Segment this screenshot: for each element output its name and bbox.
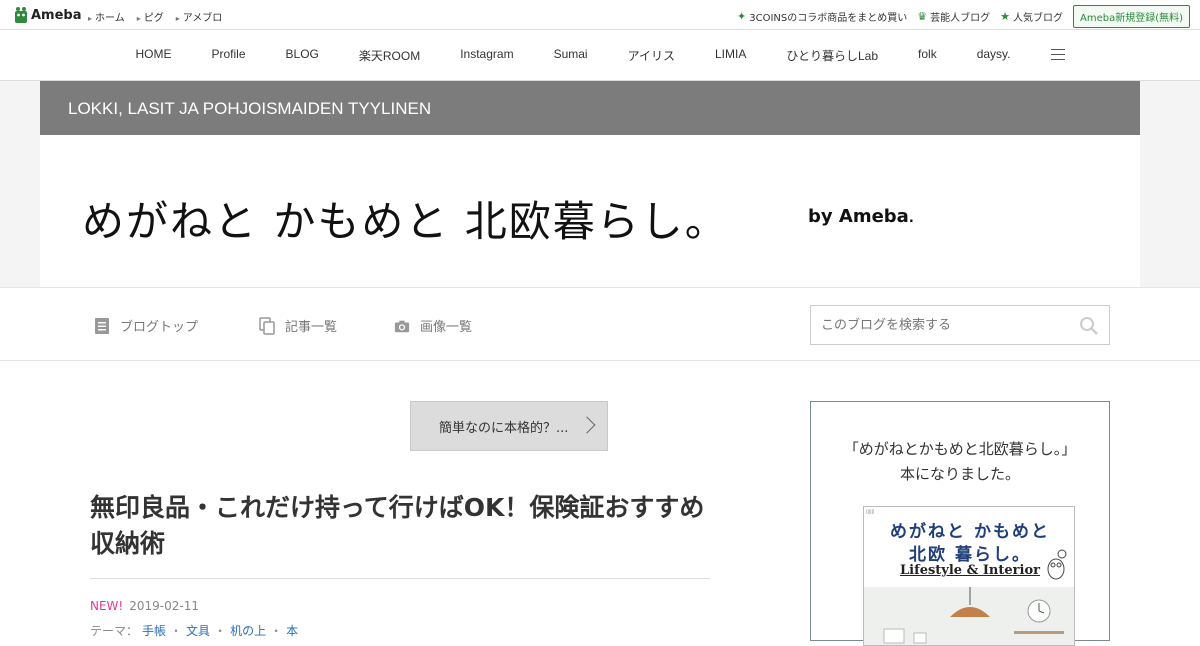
nav-item-sumai[interactable]: Sumai <box>554 47 588 64</box>
topbar-link-3coins-label: 3COINSのコラボ商品をまとめ買い <box>749 13 908 24</box>
register-button[interactable]: Ameba新規登録(無料) <box>1072 5 1190 28</box>
blog-subtitle: LOKKI, LASIT JA POHJOISMAIDEN TYYLINEN <box>68 99 432 118</box>
ameba-logo[interactable]: Ameba <box>14 6 82 24</box>
subnav-article-list[interactable]: 記事一覧 <box>259 316 337 335</box>
promo-link-label: 簡単なのに本格的？... <box>439 420 569 436</box>
ameba-topbar: Ameba ホーム ピグ アメブロ ✦ 3COINSのコラボ商品をまとめ買い ♛… <box>0 0 1200 30</box>
blog-search-input[interactable] <box>811 306 1061 344</box>
theme-link-bungu[interactable]: 文具 <box>186 622 210 639</box>
article-title[interactable]: 無印良品・これだけ持って行けばOK！保険証おすすめ収納術 <box>90 490 710 562</box>
document-icon <box>95 317 109 334</box>
new-badge: NEW! <box>90 599 124 613</box>
sidebar-book-box: 「めがねとかもめと北欧暮らし。」 本になりました。 ▯▯▯ めがねと かもめと … <box>810 401 1110 646</box>
topbar-link-popular-label: 人気ブログ <box>1012 13 1063 24</box>
crown-icon: ♛ <box>917 10 928 23</box>
blog-subnav: ブログトップ 記事一覧 画像一覧 <box>0 287 1200 361</box>
nav-item-iris[interactable]: アイリス <box>628 47 675 64</box>
book-publisher-tag: ▯▯▯ <box>866 509 875 515</box>
hamburger-menu-icon[interactable] <box>1050 47 1065 64</box>
book-cover-image[interactable]: ▯▯▯ めがねと かもめと 北欧 暮らし。 Lifestyle & Interi… <box>863 506 1075 646</box>
book-cover-photo <box>864 587 1074 645</box>
main-nav: HOME Profile BLOG 楽天ROOM Instagram Sumai… <box>0 30 1200 81</box>
article-meta: NEW! 2019-02-11 <box>90 599 199 613</box>
theme-label: テーマ： <box>90 624 139 638</box>
topbar-link-3coins[interactable]: ✦ 3COINSのコラボ商品をまとめ買い <box>737 9 907 24</box>
pendant-lamp-illustration <box>883 587 1064 644</box>
topbar-link-celebrity-blog[interactable]: ♛ 芸能人ブログ <box>917 9 990 24</box>
sparkle-icon: ✦ <box>737 10 747 23</box>
nav-item-hitorigurashi-lab[interactable]: ひとり暮らしLab <box>786 47 878 64</box>
star-icon: ★ <box>1000 10 1010 23</box>
ameba-logo-text: Ameba <box>31 7 82 23</box>
blog-title[interactable]: めがねと かもめと 北欧暮らし。 <box>82 188 729 249</box>
sidebar-book-line1: 「めがねとかもめと北欧暮らし。」 <box>843 440 1077 458</box>
nav-item-instagram[interactable]: Instagram <box>460 47 513 64</box>
nav-item-folk[interactable]: folk <box>918 47 937 64</box>
theme-link-tsukue[interactable]: 机の上 <box>230 622 266 639</box>
nav-item-limia[interactable]: LIMIA <box>715 47 746 64</box>
subnav-blog-top[interactable]: ブログトップ <box>94 316 198 335</box>
nav-item-profile[interactable]: Profile <box>212 47 246 64</box>
subnav-article-list-label: 記事一覧 <box>285 320 338 335</box>
by-ameba-logo: by Ameba. <box>808 206 914 227</box>
nav-item-blog[interactable]: BLOG <box>286 47 319 64</box>
theme-link-hon[interactable]: 本 <box>286 622 298 639</box>
copy-icon <box>259 316 275 335</box>
header-strip: LOKKI, LASIT JA POHJOISMAIDEN TYYLINEN <box>40 81 1140 135</box>
article-themes: テーマ： 手帳・ 文具・ 机の上・ 本 <box>90 622 299 639</box>
nav-item-home[interactable]: HOME <box>136 47 172 64</box>
blog-search-box <box>810 305 1110 345</box>
by-ameba-text: by Ameba <box>808 206 909 227</box>
by-ameba-mark: . <box>908 211 914 226</box>
owl-illustration-icon <box>1047 549 1067 580</box>
subnav-blog-top-label: ブログトップ <box>120 320 199 335</box>
chevron-right-icon <box>578 416 596 434</box>
topbar-link-ameblo[interactable]: アメブロ <box>176 9 223 24</box>
topbar-link-popular-blog[interactable]: ★ 人気ブログ <box>1000 9 1063 24</box>
subnav-image-list[interactable]: 画像一覧 <box>394 316 472 335</box>
sidebar-book-line2: 本になりました。 <box>899 465 1020 483</box>
title-divider <box>90 578 710 579</box>
search-icon[interactable] <box>1079 316 1099 336</box>
topbar-link-pigg[interactable]: ピグ <box>137 9 164 24</box>
camera-icon <box>394 320 410 332</box>
nav-item-daysy[interactable]: daysy. <box>977 47 1011 64</box>
nav-item-rakuten-room[interactable]: 楽天ROOM <box>359 47 420 64</box>
subnav-image-list-label: 画像一覧 <box>420 320 473 335</box>
topbar-link-celebrity-label: 芸能人ブログ <box>930 13 991 24</box>
article-date: 2019-02-11 <box>129 599 199 613</box>
promo-link-button[interactable]: 簡単なのに本格的？... <box>410 401 608 451</box>
topbar-right: ✦ 3COINSのコラボ商品をまとめ買い ♛ 芸能人ブログ ★ 人気ブログ Am… <box>737 5 1200 28</box>
topbar-link-home[interactable]: ホーム <box>88 9 125 24</box>
book-title-line1: めがねと かもめと <box>890 522 1050 542</box>
topbar-links: ホーム ピグ アメブロ <box>88 9 222 24</box>
ameba-logo-icon <box>15 7 27 23</box>
theme-link-techo[interactable]: 手帳 <box>142 622 166 639</box>
